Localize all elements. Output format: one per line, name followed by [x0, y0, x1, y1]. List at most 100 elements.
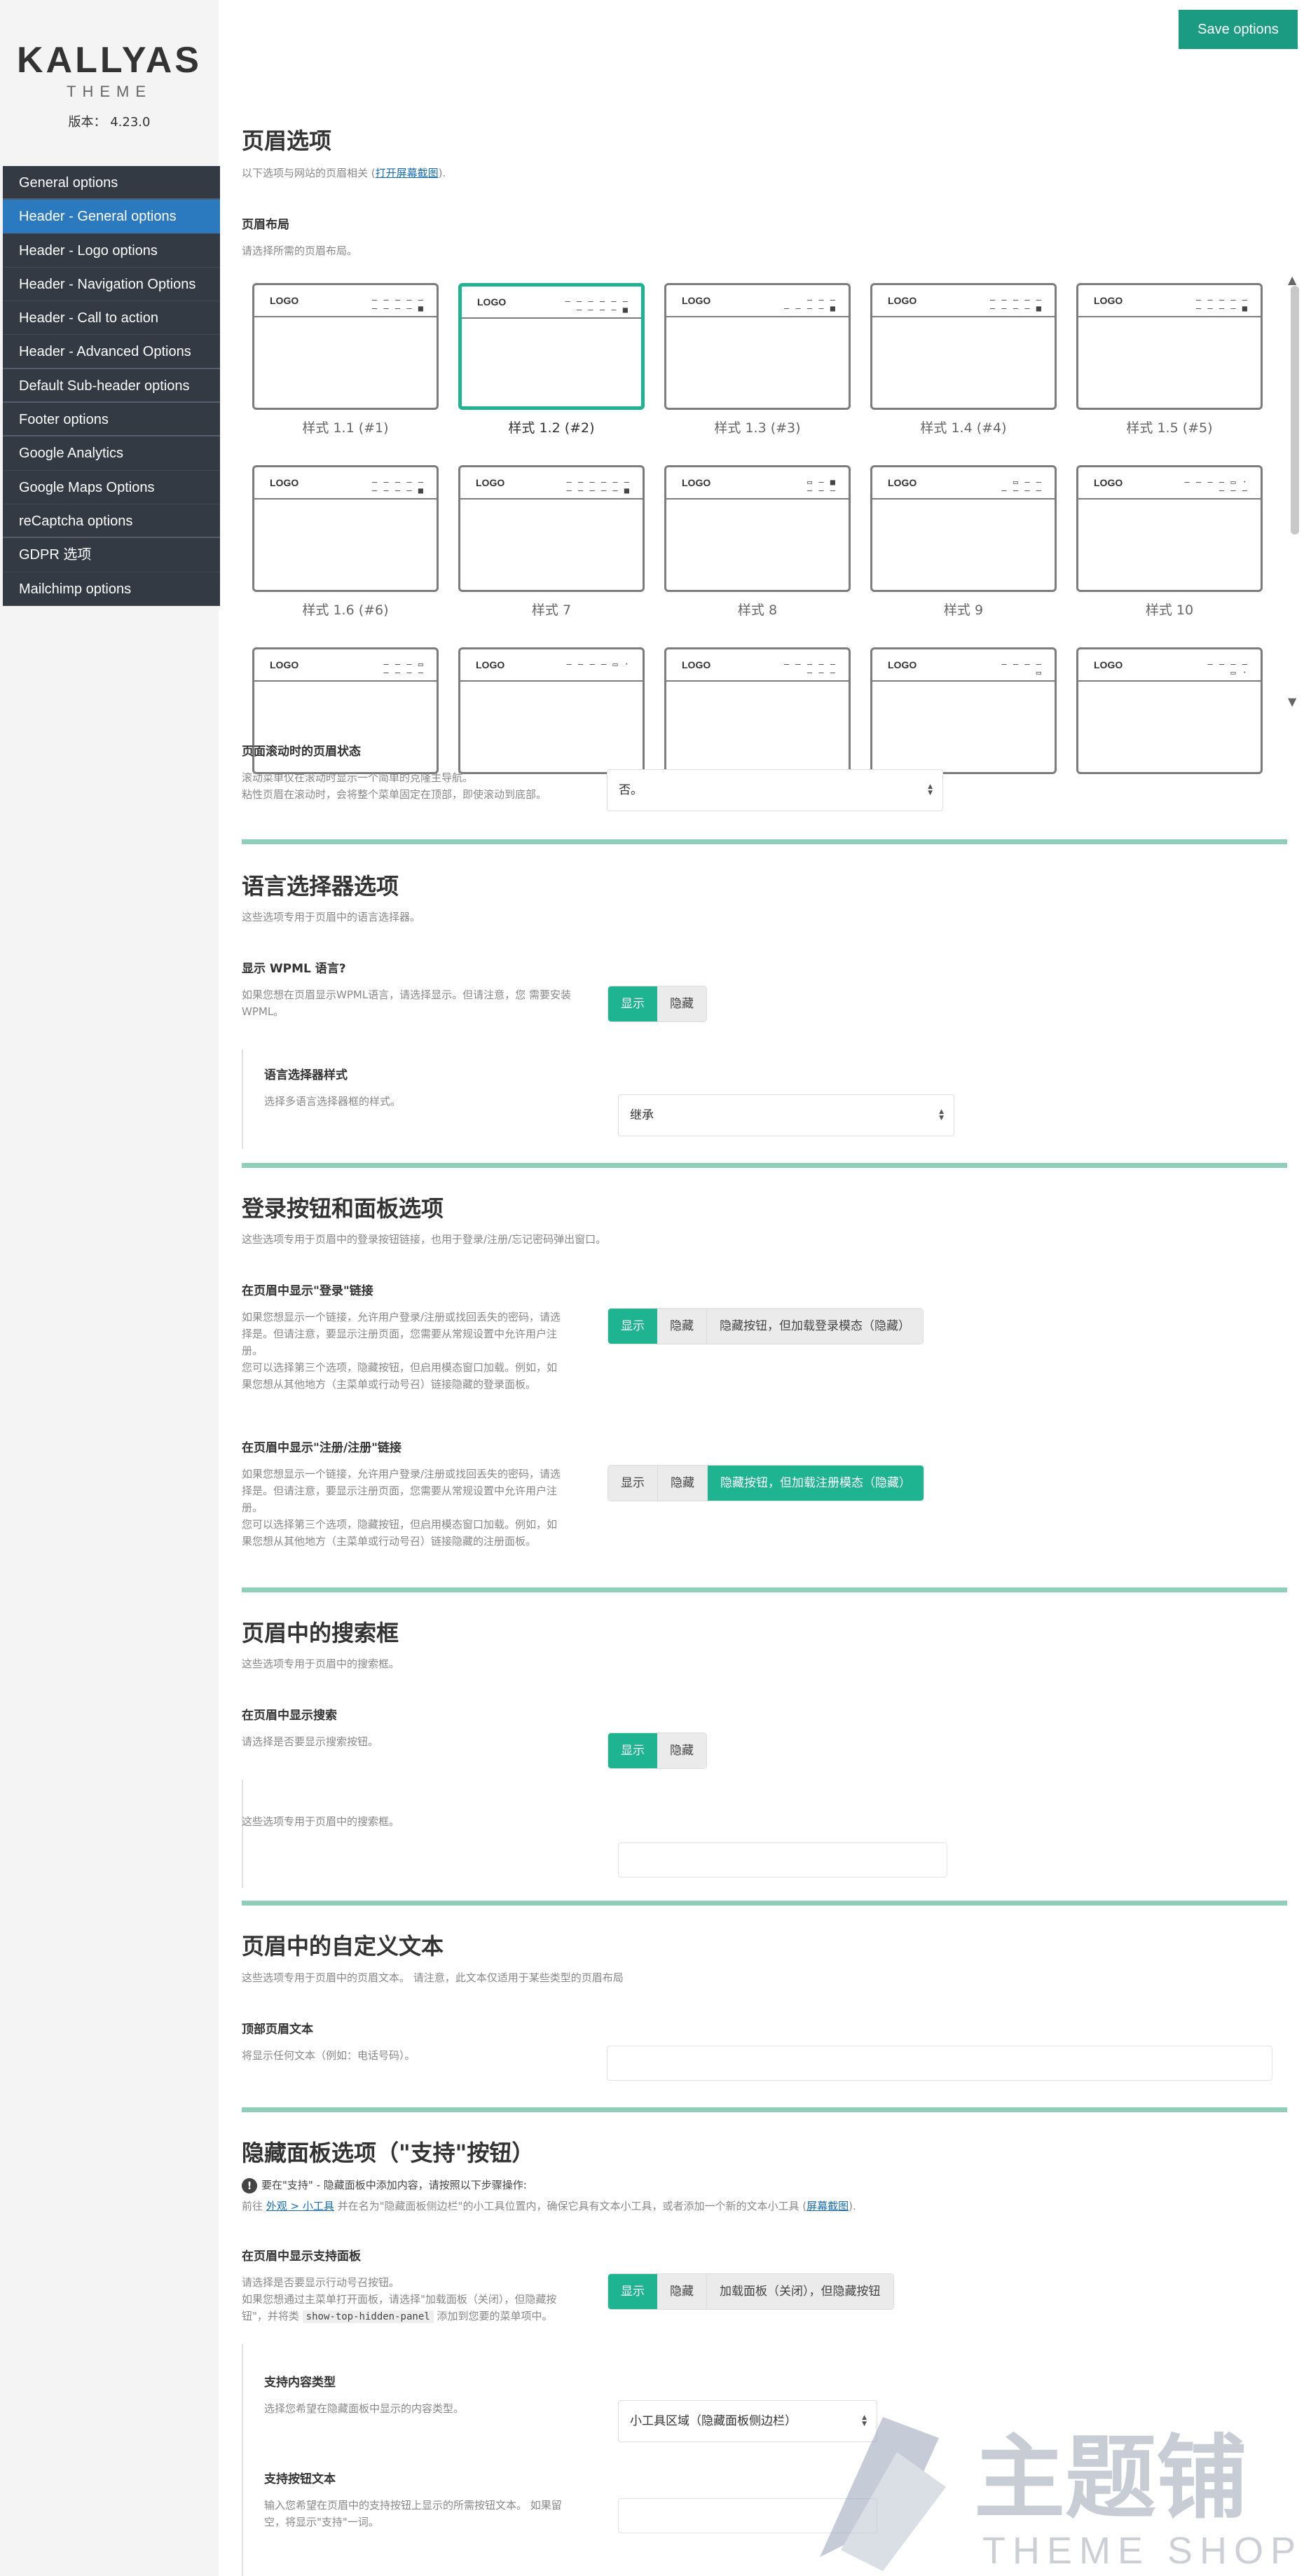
layout-card-menu-line: — — —	[1219, 485, 1248, 495]
layout-card-menu-line: — — — —	[1001, 485, 1042, 495]
section-divider	[242, 2107, 1287, 2112]
layout-card-header: LOGO — — — — — — — — — — ■	[462, 287, 641, 319]
sidebar-item-recaptcha-options[interactable]: reCaptcha options	[3, 504, 220, 539]
header-layout-card[interactable]: LOGO — — — — ▭	[870, 647, 1057, 774]
wpml-show-option[interactable]: 显示	[608, 986, 657, 1021]
brand-logo: KALLYAS THEME 版本： 4.23.0	[0, 0, 219, 161]
header-layout-title: 页眉布局	[242, 218, 289, 232]
layout-card-logo: LOGO	[477, 296, 507, 308]
login-link-title: 在页眉中显示"登录"链接	[242, 1284, 373, 1298]
register-show-option[interactable]: 显示	[608, 1466, 658, 1501]
top-header-text-title: 顶部页眉文本	[242, 2023, 313, 2037]
header-layout-card[interactable]: LOGO — — — — — — — — — — ■	[458, 283, 645, 410]
login-hidden-modal-option[interactable]: 隐藏按钮，但加载登录模态（隐藏）	[707, 1309, 923, 1344]
support-content-select[interactable]: 小工具区域（隐藏面板侧边栏） ▲ ▼	[618, 2400, 877, 2442]
header-layout-card[interactable]: LOGO — — — — — — — — — — — ■	[458, 465, 645, 592]
layout-card-menu-line: — — —	[807, 668, 836, 677]
header-layout-card[interactable]: LOGO — — — — — — — — — ■	[870, 283, 1057, 410]
register-hide-option[interactable]: 隐藏	[658, 1466, 708, 1501]
wpml-title: 显示 WPML 语言?	[242, 962, 346, 976]
wpml-hide-option[interactable]: 隐藏	[657, 986, 706, 1021]
language-style-title: 语言选择器样式	[264, 1068, 348, 1082]
search-hide-option[interactable]: 隐藏	[657, 1733, 706, 1768]
text-section-desc: 这些选项专用于页眉中的页眉文本。 请注意，此文本仅适用于某些类型的页眉布局	[242, 1971, 624, 1984]
login-show-option[interactable]: 显示	[608, 1309, 657, 1344]
panel-load-hidden-option[interactable]: 加载面板（关闭），但隐藏按钮	[707, 2274, 893, 2309]
search-show-option[interactable]: 显示	[608, 1733, 657, 1768]
language-section-title: 语言选择器选项	[242, 873, 399, 900]
header-layout-label: 样式 1.3 (#3)	[714, 420, 801, 436]
sidebar-item-gdpr-options[interactable]: GDPR 选项	[3, 538, 220, 572]
search-sub-field[interactable]	[618, 1843, 947, 1878]
layout-card-logo: LOGO	[270, 477, 299, 488]
layout-card-header: LOGO — — — — — — — — — — — ■	[460, 467, 643, 500]
indent-line	[242, 2344, 243, 2576]
sidebar-item-default-subheader-options[interactable]: Default Sub-header options	[3, 369, 220, 404]
widgets-link[interactable]: 外观 > 小工具	[266, 2200, 334, 2212]
header-layout-card[interactable]: LOGO — — — — — — — — — ■	[1076, 283, 1263, 410]
brand-title: KALLYAS	[16, 40, 202, 81]
header-layout-card[interactable]: LOGO ▭ — — — — — —	[870, 465, 1057, 592]
header-layout-label: 样式 1.5 (#5)	[1126, 420, 1213, 436]
header-layout-card[interactable]: LOGO — — — — — — — — — ■	[252, 465, 439, 592]
sidebar-item-header-advanced-options[interactable]: Header - Advanced Options	[3, 335, 220, 369]
screenshot-link[interactable]: 打开屏幕截图	[376, 167, 439, 179]
header-layout-label: 样式 1.4 (#4)	[920, 420, 1007, 436]
sidebar-item-mailchimp-options[interactable]: Mailchimp options	[3, 572, 220, 606]
hidden-panel-info: ! 要在"支持" - 隐藏面板中添加内容，请按照以下步骤操作:	[242, 2177, 527, 2193]
panel-hide-option[interactable]: 隐藏	[657, 2274, 707, 2309]
wpml-desc-2: WPML。	[242, 1005, 284, 1018]
sidebar-item-header-general-options[interactable]: Header - General options	[3, 200, 220, 234]
header-layout-card[interactable]: LOGO — — — — ▭ · — — —	[1076, 465, 1263, 592]
layout-card-header: LOGO — — — — — — — ■	[666, 285, 849, 317]
header-layout-label: 样式 7	[531, 602, 572, 618]
sidebar-item-header-logo-options[interactable]: Header - Logo options	[3, 234, 220, 268]
header-layout-card[interactable]: LOGO ▭ — ■ — — —	[664, 465, 851, 592]
header-section-title: 页眉选项	[242, 128, 332, 154]
sidebar-item-header-call-to-action[interactable]: Header - Call to action	[3, 301, 220, 336]
panel-show-option[interactable]: 显示	[608, 2274, 657, 2309]
language-style-select[interactable]: 继承 ▲ ▼	[618, 1094, 954, 1136]
top-header-text-desc: 将显示任何文本（例如：电话号码）。	[242, 2049, 416, 2062]
sidebar-item-general-options[interactable]: General options	[3, 166, 220, 200]
scroll-down-icon[interactable]: ▼	[1288, 695, 1296, 708]
search-sub-desc: 这些选项专用于页眉中的搜索框。	[242, 1815, 400, 1828]
sticky-header-select[interactable]: 否。 ▲ ▼	[607, 769, 943, 811]
section-divider	[242, 839, 1287, 844]
scroll-up-icon[interactable]: ▲	[1288, 273, 1296, 287]
layout-card-menu-line: — — — — — ■	[566, 485, 630, 495]
wpml-toggle: 显示 隐藏	[608, 986, 706, 1021]
header-layout-label: 样式 8	[737, 602, 778, 618]
language-section-desc: 这些选项专用于页眉中的语言选择器。	[242, 911, 421, 923]
layout-card-header: LOGO — — — — — — — — — ■	[1078, 285, 1261, 317]
header-layout-card[interactable]: LOGO — — — — ▭ ·	[1076, 647, 1263, 774]
sticky-header-desc-2: 粘性页眉在滚动时，会将整个菜单固定在顶部，即使滚动到底部。	[242, 788, 547, 801]
sidebar-item-google-maps-options[interactable]: Google Maps Options	[3, 471, 220, 504]
header-layout-label: 样式 1.6 (#6)	[302, 602, 389, 618]
top-header-text-input[interactable]	[607, 2046, 1272, 2081]
sticky-header-desc-1: 滚动菜单仅在滚动时显示一个简单的克隆主导航。	[242, 771, 474, 784]
layout-card-logo: LOGO	[888, 295, 917, 306]
header-layout-card[interactable]: LOGO — — — — — — — —	[664, 647, 851, 774]
layout-card-menu-line: — — — — ▭ ·	[566, 659, 630, 669]
watermark-main-text: 主题铺	[974, 2425, 1248, 2531]
watermark-sub-text: THEME SHOP	[982, 2530, 1303, 2572]
support-button-text-input[interactable]	[618, 2498, 877, 2533]
support-content-title: 支持内容类型	[264, 2376, 336, 2390]
header-layout-card[interactable]: LOGO — — — — — — — ■	[664, 283, 851, 410]
login-hide-option[interactable]: 隐藏	[657, 1309, 707, 1344]
header-layout-card[interactable]: LOGO — — — — ▭ ·	[458, 647, 645, 774]
layout-card-header: LOGO — — — ▭ — — — —	[254, 649, 437, 682]
sidebar-item-header-navigation-options[interactable]: Header - Navigation Options	[3, 268, 220, 302]
hidden-panel-screenshot-link[interactable]: 屏幕截图	[807, 2200, 849, 2212]
layout-card-logo: LOGO	[270, 295, 299, 306]
sidebar-item-google-analytics[interactable]: Google Analytics	[3, 436, 220, 471]
save-options-button[interactable]: Save options	[1179, 10, 1298, 49]
indent-line	[242, 1779, 243, 1888]
layout-scrollbar[interactable]	[1291, 286, 1299, 535]
register-hidden-modal-option[interactable]: 隐藏按钮，但加载注册模态（隐藏）	[708, 1466, 924, 1501]
sidebar-item-footer-options[interactable]: Footer options	[3, 403, 220, 437]
header-layout-label: 样式 10	[1145, 602, 1194, 618]
layout-card-header: LOGO — — — — — — — — — ■	[254, 467, 437, 500]
header-layout-card[interactable]: LOGO — — — — — — — — — ■	[252, 283, 439, 410]
